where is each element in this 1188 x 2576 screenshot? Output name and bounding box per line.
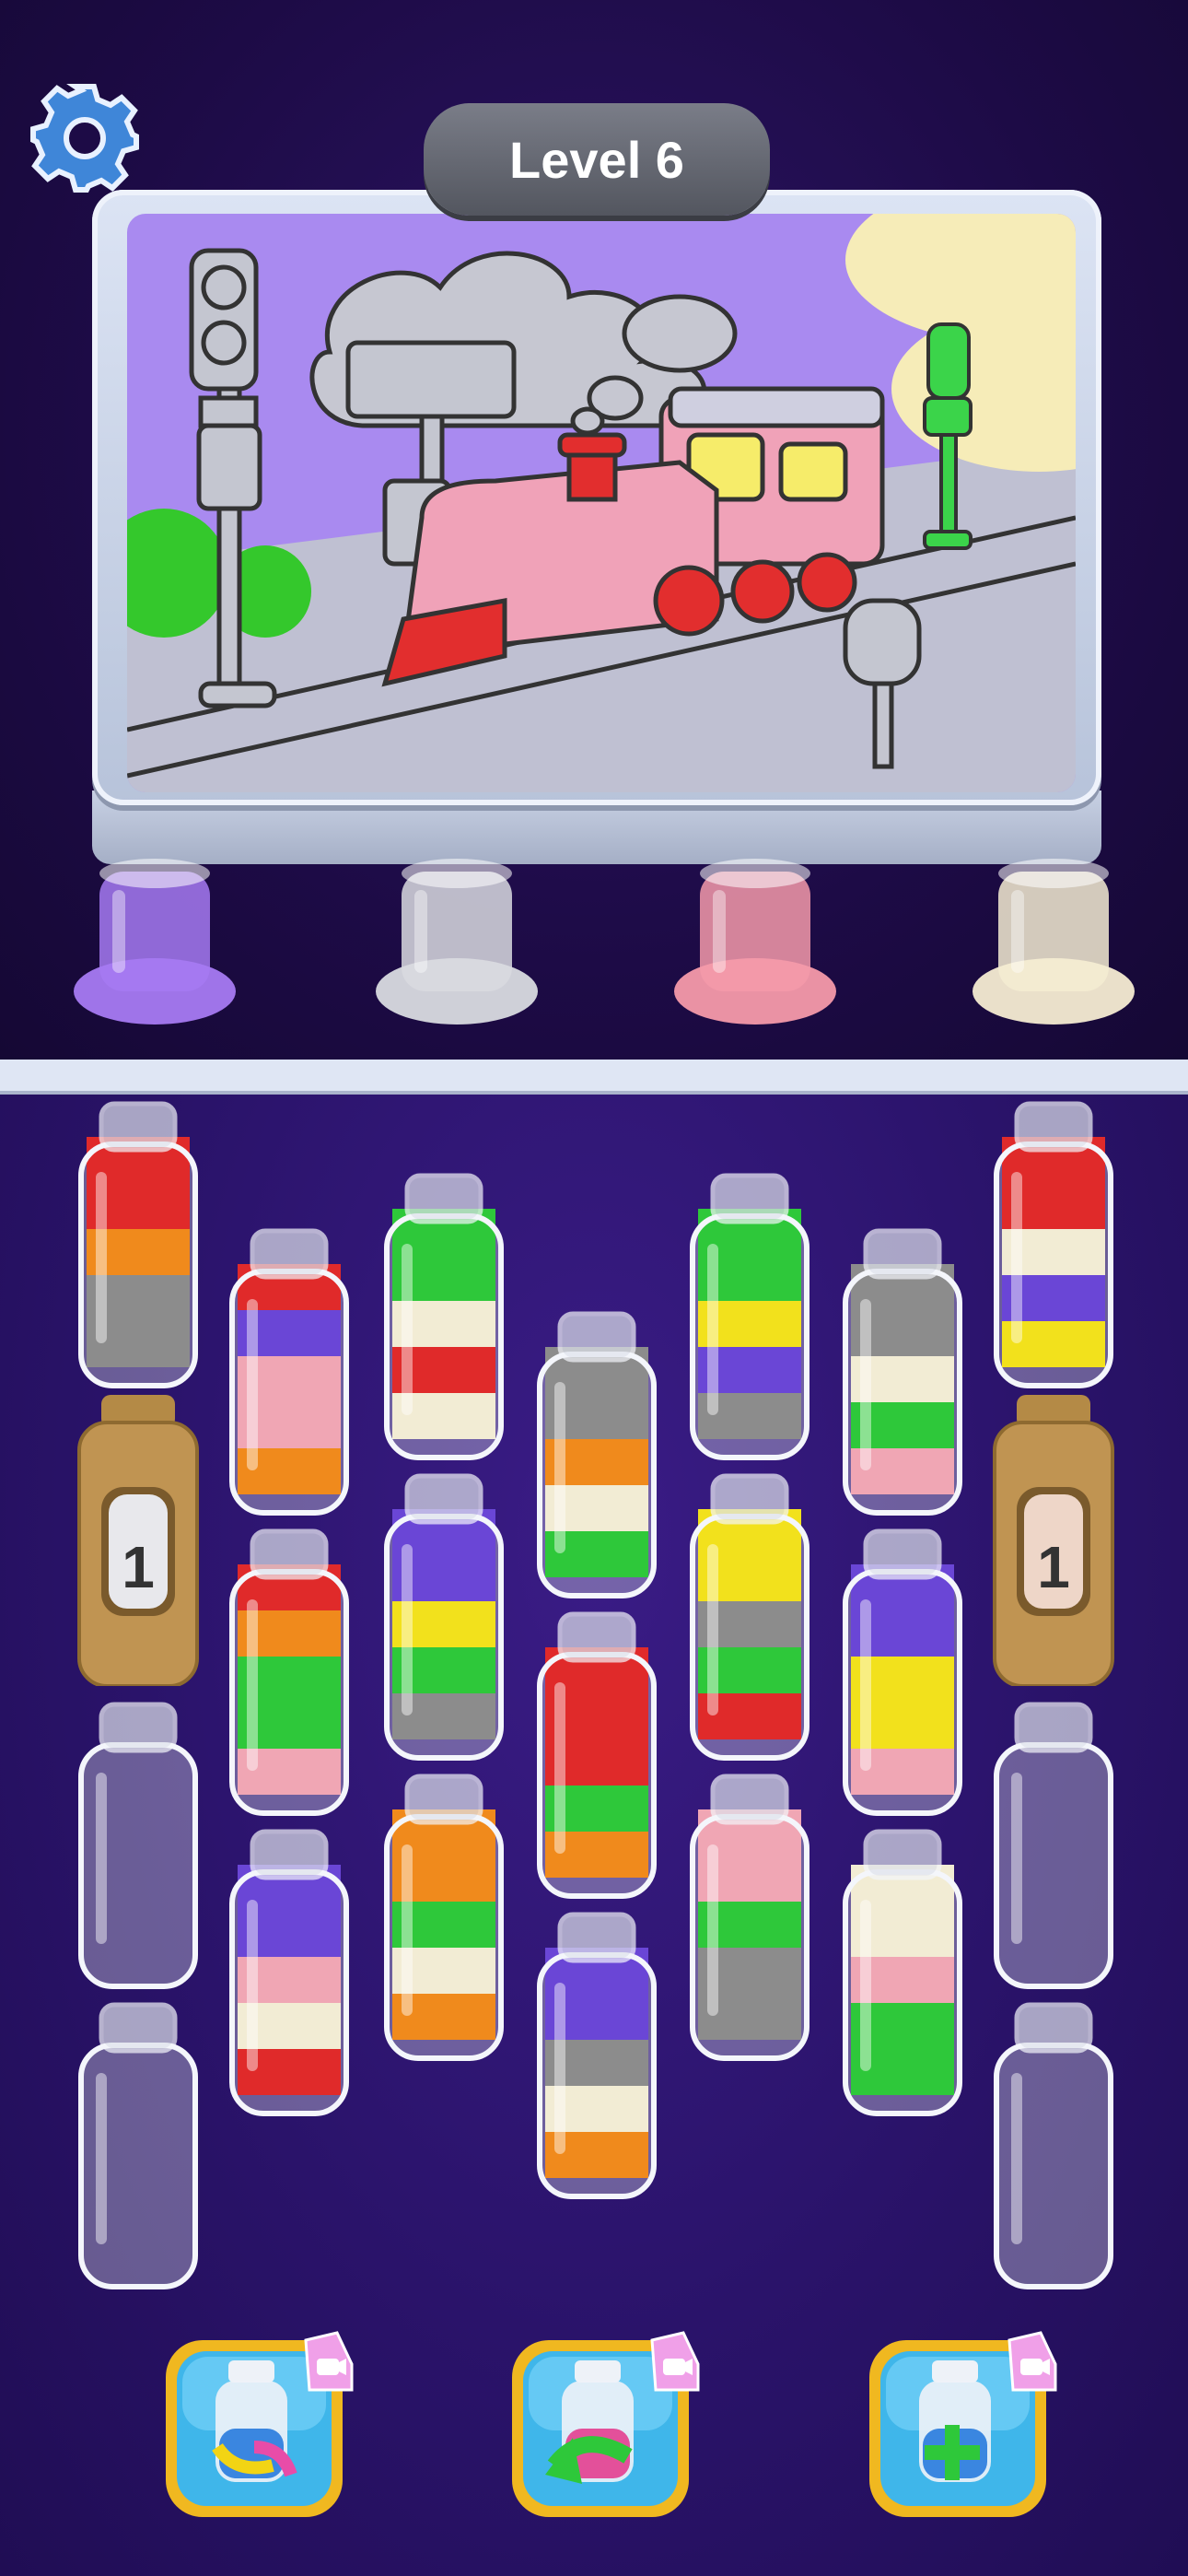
sand-tube[interactable]	[532, 1909, 661, 2200]
locked-bottle-count: 1	[122, 1534, 155, 1600]
sand-tube[interactable]	[685, 1771, 814, 2062]
sand-tube[interactable]	[532, 1308, 661, 1599]
sand-tube[interactable]	[989, 1098, 1118, 1389]
cream-jar	[971, 853, 1136, 1028]
video-ad-icon	[300, 2327, 355, 2395]
empty-tube[interactable]	[74, 1699, 203, 1990]
sand-tube[interactable]	[225, 1225, 354, 1516]
sand-tube[interactable]	[74, 1098, 203, 1389]
empty-tube[interactable]	[989, 1999, 1118, 2290]
video-ad-icon	[1004, 2327, 1059, 2395]
divider	[0, 1060, 1188, 1095]
empty-tube[interactable]	[74, 1999, 203, 2290]
shuffle-booster-button[interactable]	[162, 2331, 354, 2521]
add-tube-booster-button[interactable]	[866, 2331, 1057, 2521]
sand-tube[interactable]	[532, 1609, 661, 1900]
settings-gear-icon[interactable]	[28, 81, 142, 195]
level-title: Level 6	[424, 103, 770, 216]
sand-tube[interactable]	[685, 1170, 814, 1461]
sand-picture-train	[127, 214, 1076, 792]
sand-tube[interactable]	[685, 1470, 814, 1762]
locked-bottle-count: 1	[1037, 1534, 1070, 1600]
sand-tube[interactable]	[838, 1526, 967, 1817]
undo-booster-button[interactable]	[508, 2331, 700, 2521]
purple-jar	[72, 853, 238, 1028]
sand-tube[interactable]	[379, 1170, 508, 1461]
pink-jar	[672, 853, 838, 1028]
gray-jar	[374, 853, 540, 1028]
empty-tube[interactable]	[989, 1699, 1118, 1990]
locked-bottle[interactable]: 1	[989, 1395, 1118, 1688]
sand-tube[interactable]	[838, 1225, 967, 1516]
sand-tube[interactable]	[379, 1771, 508, 2062]
sand-tube[interactable]	[225, 1826, 354, 2117]
sand-tube[interactable]	[225, 1526, 354, 1817]
locked-bottle[interactable]: 1	[74, 1395, 203, 1688]
video-ad-icon	[646, 2327, 702, 2395]
sand-tube[interactable]	[838, 1826, 967, 2117]
sand-tube[interactable]	[379, 1470, 508, 1762]
